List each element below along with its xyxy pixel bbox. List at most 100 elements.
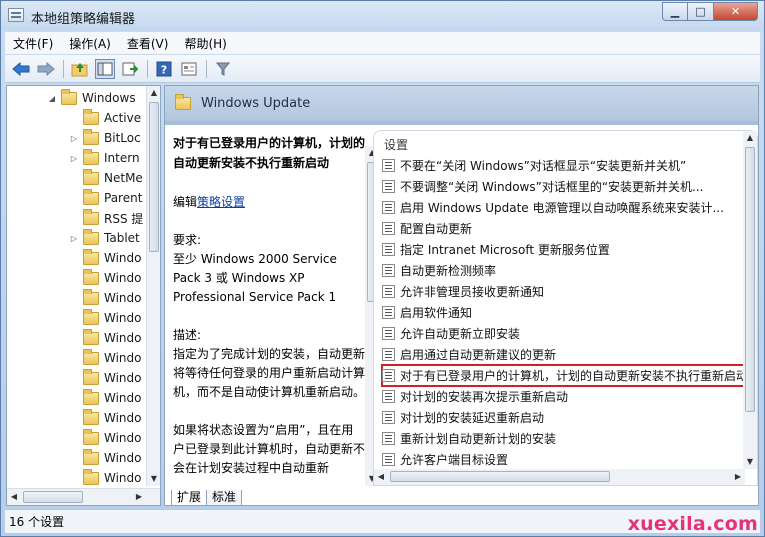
filter-icon[interactable]: [213, 59, 233, 79]
scroll-down-icon[interactable]: ▼: [743, 455, 757, 469]
tree-item-label: Windo: [104, 351, 142, 365]
help-icon[interactable]: ?: [154, 59, 174, 79]
folder-icon: [83, 288, 99, 305]
scroll-up-icon[interactable]: ▲: [147, 86, 160, 100]
tree-item-label: NetMe: [104, 171, 143, 185]
setting-row-selected[interactable]: 对于有已登录用户的计算机，计划的自动更新安装不执行重新启动: [381, 364, 755, 387]
tree-expander-icon[interactable]: ▷: [69, 154, 79, 163]
tree-item-label: Windo: [104, 451, 142, 465]
tree-expander-icon[interactable]: ▷: [69, 134, 79, 143]
folder-icon: [83, 368, 99, 385]
folder-icon: [83, 448, 99, 465]
setting-row[interactable]: 对计划的安装延迟重新启动: [382, 407, 754, 428]
setting-row[interactable]: 配置自动更新: [382, 218, 754, 239]
scroll-left-icon[interactable]: ◀: [7, 490, 21, 504]
up-folder-icon[interactable]: [70, 59, 90, 79]
setting-row[interactable]: 启用 Windows Update 电源管理以自动唤醒系统来安装计...: [382, 197, 754, 218]
setting-row[interactable]: 重新计划自动更新计划的安装: [382, 428, 754, 449]
title-bar[interactable]: 本地组策略编辑器 ▁ □ ✕: [1, 1, 764, 31]
description-extra: 如果将状态设置为“启用”，且在用户已登录到此计算机时，自动更新不会在计划安装过程…: [173, 423, 365, 475]
setting-row[interactable]: 启用软件通知: [382, 302, 754, 323]
setting-row[interactable]: 指定 Intranet Microsoft 更新服务位置: [382, 239, 754, 260]
folder-icon: [83, 148, 99, 165]
menu-help[interactable]: 帮助(H): [184, 35, 226, 52]
folder-icon: [83, 468, 99, 485]
setting-row[interactable]: 不要调整“关闭 Windows”对话框里的“安装更新并关机...: [382, 176, 754, 197]
setting-label: 对计划的安装延迟重新启动: [400, 411, 545, 425]
setting-row[interactable]: 自动更新检测频率: [382, 260, 754, 281]
settings-column-header[interactable]: 设置: [384, 136, 408, 153]
tree-scroll-thumb[interactable]: [149, 102, 159, 252]
menu-action[interactable]: 操作(A): [69, 35, 111, 52]
setting-row[interactable]: 对计划的安装再次提示重新启动: [382, 386, 754, 407]
setting-row[interactable]: 允许非管理员接收更新通知: [382, 281, 754, 302]
show-hide-tree-icon[interactable]: [95, 58, 115, 79]
setting-row[interactable]: 不要在“关闭 Windows”对话框显示“安装更新并关机”: [382, 155, 754, 176]
tree-item-label: Windo: [104, 251, 142, 265]
requirements-text: 至少 Windows 2000 Service Pack 3 或 Windows…: [173, 252, 337, 304]
toolbar-separator: [147, 59, 148, 78]
policy-setting-icon: [382, 411, 395, 424]
close-button[interactable]: ✕: [714, 2, 758, 21]
policy-setting-icon: [382, 306, 395, 319]
scroll-left-icon[interactable]: ◀: [374, 470, 388, 484]
setting-label: 启用 Windows Update 电源管理以自动唤醒系统来安装计...: [400, 201, 724, 215]
tree-expander-icon[interactable]: ▷: [69, 234, 79, 243]
menu-bar: 文件(F) 操作(A) 查看(V) 帮助(H): [5, 32, 760, 54]
folder-icon: [83, 248, 99, 265]
policy-setting-icon: [382, 453, 395, 466]
toolbar-separator: [206, 59, 207, 78]
setting-row[interactable]: 启用通过自动更新建议的更新: [382, 344, 754, 365]
policy-setting-icon: [382, 348, 395, 361]
settings-hscroll-thumb[interactable]: [390, 471, 610, 482]
tree-item-label: Windo: [104, 371, 142, 385]
tab-standard[interactable]: 标准: [206, 490, 243, 505]
tree-horizontal-scrollbar[interactable]: ◀ ▶: [7, 488, 160, 505]
tree-item-label: Windo: [104, 311, 142, 325]
policy-setting-icon: [382, 327, 395, 340]
tree-item[interactable]: ◢ Windows: [47, 88, 160, 108]
setting-label: 对于有已登录用户的计算机，计划的自动更新安装不执行重新启动: [400, 369, 749, 383]
scroll-right-icon[interactable]: ▶: [731, 470, 745, 484]
scroll-down-icon[interactable]: ▼: [147, 472, 160, 486]
watermark: xuexila.com: [627, 513, 758, 535]
toolbar: ?: [5, 55, 760, 83]
setting-row[interactable]: 允许自动更新立即安装: [382, 323, 754, 344]
tree-hscroll-thumb[interactable]: [23, 491, 83, 503]
setting-label: 不要调整“关闭 Windows”对话框里的“安装更新并关机...: [400, 180, 704, 194]
setting-label: 重新计划自动更新计划的安装: [400, 432, 557, 446]
menu-view[interactable]: 查看(V): [127, 35, 169, 52]
tree-vertical-scrollbar[interactable]: ▲ ▼: [146, 86, 160, 486]
setting-row[interactable]: 允许客户端目标设置: [382, 449, 754, 470]
policy-setting-icon: [382, 285, 395, 298]
setting-label: 允许非管理员接收更新通知: [400, 285, 545, 299]
folder-icon: [83, 208, 99, 225]
tree-item-label: Windows: [82, 91, 136, 105]
tree-item-label: Windo: [104, 391, 142, 405]
scroll-right-icon[interactable]: ▶: [132, 490, 146, 504]
settings-vertical-scrollbar[interactable]: ▲ ▼: [743, 131, 757, 469]
policy-setting-icon: [382, 369, 395, 382]
edit-prefix: 编辑: [173, 195, 198, 209]
back-arrow-icon[interactable]: [11, 59, 31, 79]
forward-arrow-icon[interactable]: [36, 59, 56, 79]
scroll-up-icon[interactable]: ▲: [743, 131, 757, 145]
tree-item-label: Windo: [104, 271, 142, 285]
tab-extended[interactable]: 扩展: [171, 490, 208, 505]
setting-label: 配置自动更新: [400, 222, 473, 236]
settings-horizontal-scrollbar[interactable]: ◀ ▶: [374, 469, 745, 485]
policy-setting-icon: [382, 201, 395, 214]
setting-label: 启用通过自动更新建议的更新: [400, 348, 557, 362]
edit-policy-link[interactable]: 策略设置: [197, 195, 245, 209]
export-list-icon[interactable]: [120, 59, 140, 79]
gpedit-app-icon: [8, 8, 24, 22]
folder-icon: [83, 108, 99, 125]
details-view-icon[interactable]: [179, 59, 199, 79]
minimize-button[interactable]: ▁: [662, 2, 688, 21]
tree-expander-icon[interactable]: ◢: [47, 94, 57, 103]
settings-scroll-thumb[interactable]: [745, 147, 755, 412]
details-header-title: Windows Update: [201, 96, 311, 111]
maximize-button[interactable]: □: [688, 2, 714, 21]
settings-list-panel: 设置 不要在“关闭 Windows”对话框显示“安装更新并关机” 不要调整“关闭 …: [373, 130, 758, 486]
menu-file[interactable]: 文件(F): [13, 35, 53, 52]
